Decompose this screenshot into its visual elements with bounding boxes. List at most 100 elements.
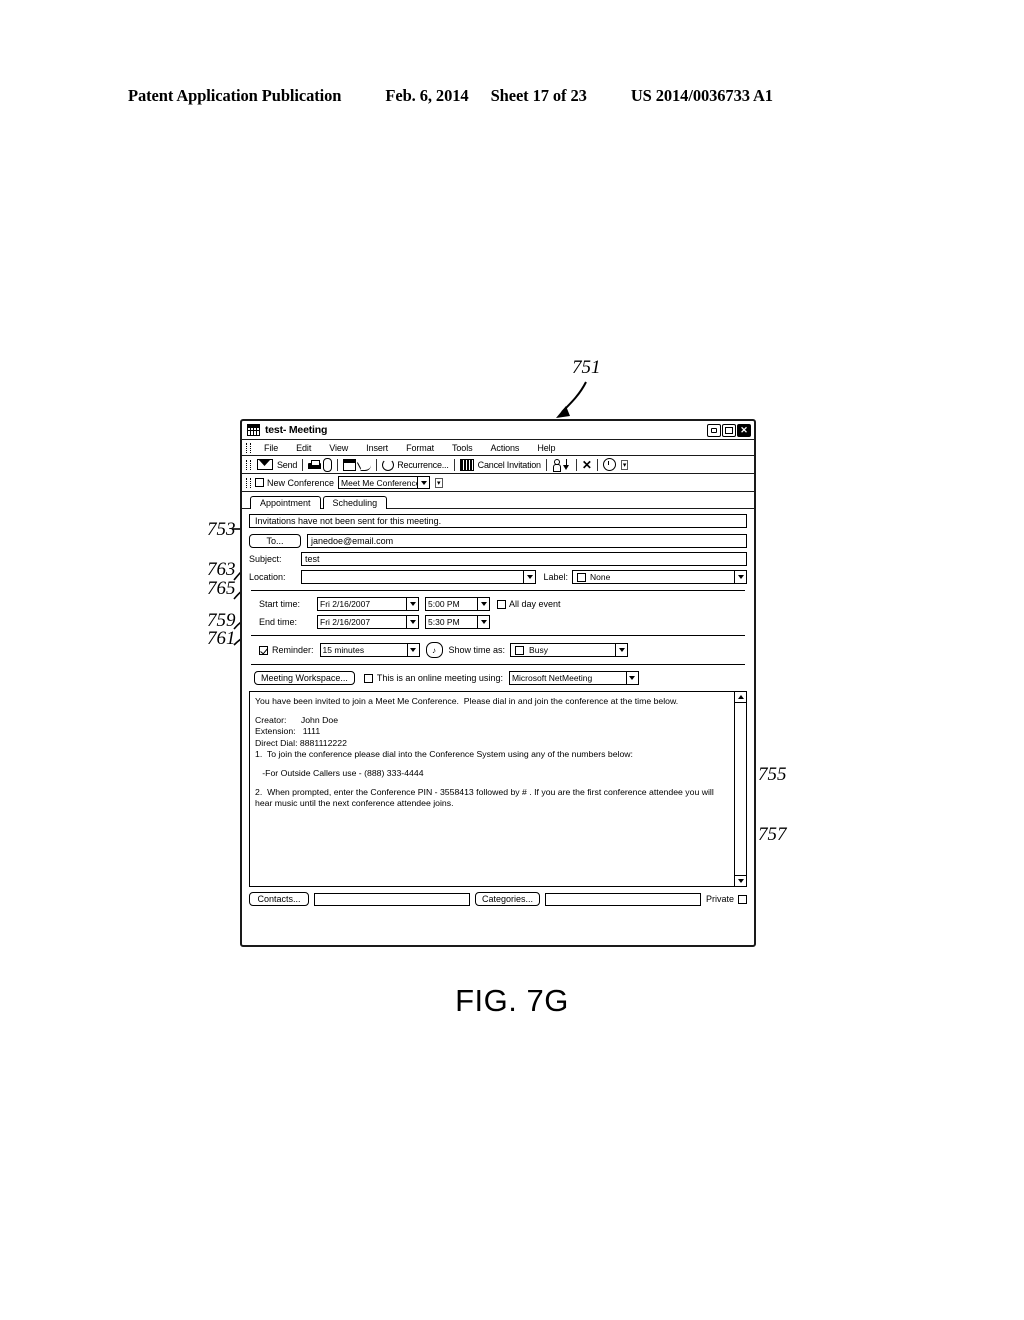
menu-item-edit[interactable]: Edit (287, 443, 320, 453)
menu-grip-handle[interactable] (246, 442, 251, 453)
reminder-label: Reminder: (272, 645, 314, 655)
to-input[interactable]: janedoe@email.com (307, 534, 747, 548)
subject-label: Subject: (249, 554, 282, 564)
online-meeting-checkbox[interactable] (363, 673, 373, 683)
toolbar-overflow-button[interactable]: ▾ (620, 459, 629, 470)
meeting-body-text[interactable]: You have been invited to join a Meet Me … (250, 692, 734, 886)
to-row: To... janedoe@email.com (249, 534, 747, 548)
all-day-event-checkbox[interactable] (497, 599, 506, 609)
end-clock-dropdown[interactable]: 5:30 PM (425, 615, 490, 629)
show-time-as-checkbox[interactable] (515, 645, 525, 655)
conference-toolbar-overflow-button[interactable]: ▾ (435, 477, 443, 488)
body-scrollbar[interactable] (734, 692, 746, 886)
contacts-button[interactable]: Contacts... (249, 892, 309, 906)
patent-number: US 2014/0036733 A1 (630, 86, 773, 105)
minimize-button[interactable] (707, 423, 721, 437)
end-time-row: End time: Fri 2/16/2007 5:30 PM (249, 615, 747, 629)
window-titlebar[interactable]: test- Meeting ✕ (242, 421, 754, 440)
location-label: Location: (249, 572, 286, 582)
delete-icon[interactable]: ✕ (582, 459, 592, 471)
start-clock-dropdown[interactable]: 5:00 PM (425, 597, 490, 611)
tab-appointment[interactable]: Appointment (250, 496, 321, 509)
print-icon[interactable] (308, 459, 322, 470)
attach-icon[interactable] (323, 457, 333, 472)
clock-icon[interactable] (602, 458, 616, 471)
conference-type-value: Meet Me Conference (341, 477, 418, 488)
show-time-as-dropdown[interactable]: Busy (510, 643, 629, 657)
tab-scheduling[interactable]: Scheduling (322, 496, 388, 509)
refnum-753: 753 (207, 519, 236, 540)
reminder-dropdown[interactable]: 15 minutes (319, 643, 420, 657)
online-meeting-label: This is an online meeting using: (376, 673, 503, 683)
meeting-workspace-button[interactable]: Meeting Workspace... (254, 671, 355, 685)
subject-row: Subject: test (249, 552, 747, 566)
meeting-window-icon (247, 424, 260, 436)
body-extension: Extension: 1111 (255, 726, 321, 737)
private-group: Private (706, 894, 748, 904)
send-icon (257, 459, 273, 470)
menu-item-help[interactable]: Help (528, 443, 564, 453)
subject-input[interactable]: test (301, 552, 747, 566)
conference-type-dropdown[interactable]: Meet Me Conference (338, 476, 431, 489)
scrollbar-track[interactable] (735, 703, 746, 875)
divider (251, 590, 745, 591)
cancel-invitation-button[interactable]: Cancel Invitation (478, 460, 541, 470)
chevron-down-icon (477, 616, 489, 628)
cancel-invitation-icon[interactable] (459, 458, 474, 471)
window-controls: ✕ (707, 423, 751, 437)
all-day-event-group: All day event (497, 599, 561, 609)
scroll-down-icon[interactable] (735, 875, 746, 886)
categories-button[interactable]: Categories... (474, 892, 541, 906)
importance-low-icon[interactable] (562, 458, 571, 471)
menu-item-format[interactable]: Format (397, 443, 443, 453)
menu-item-file[interactable]: File (255, 443, 287, 453)
chevron-down-icon (406, 644, 419, 656)
menu-item-insert[interactable]: Insert (357, 443, 397, 453)
private-checkbox[interactable] (738, 894, 748, 904)
end-time-label: End time: (259, 617, 298, 627)
categories-input[interactable] (545, 892, 701, 906)
close-button[interactable]: ✕ (737, 423, 751, 437)
toolbar-separator (596, 458, 598, 471)
end-date-dropdown[interactable]: Fri 2/16/2007 (317, 615, 419, 629)
new-conference-checkbox[interactable] (255, 478, 264, 487)
show-time-as-value: Busy (529, 645, 548, 655)
recurrence-icon[interactable] (382, 458, 395, 471)
to-button[interactable]: To... (249, 534, 301, 548)
check-names-icon[interactable] (358, 459, 372, 471)
end-date-value: Fri 2/16/2007 (320, 617, 371, 627)
online-meeting-value: Microsoft NetMeeting (511, 673, 593, 683)
start-time-label: Start time: (259, 599, 301, 609)
maximize-button[interactable] (722, 423, 736, 437)
conference-toolbar-grip-handle[interactable] (246, 477, 251, 488)
body-intro: You have been invited to join a Meet Me … (255, 696, 679, 706)
reminder-sound-icon[interactable]: ♪ (425, 642, 443, 658)
body-creator: Creator: John Doe (255, 714, 339, 725)
meeting-body-box: You have been invited to join a Meet Me … (249, 691, 747, 887)
main-toolbar: Send Recurrence... Cancel Invitation ✕ ▾ (242, 456, 754, 474)
body-spacer (255, 708, 729, 715)
online-meeting-dropdown[interactable]: Microsoft NetMeeting (508, 671, 639, 685)
body-step-1: 1. To join the conference please dial in… (255, 749, 633, 760)
menu-item-view[interactable]: View (320, 443, 357, 453)
start-date-dropdown[interactable]: Fri 2/16/2007 (317, 597, 419, 611)
contacts-input[interactable] (314, 892, 470, 906)
assign-task-icon[interactable] (343, 458, 357, 471)
divider (251, 664, 745, 665)
scroll-up-icon[interactable] (735, 692, 746, 703)
menu-item-actions[interactable]: Actions (482, 443, 529, 453)
toolbar-separator (337, 458, 339, 471)
body-spacer (255, 780, 729, 787)
toolbar-grip-handle[interactable] (246, 459, 251, 470)
location-dropdown[interactable] (301, 570, 537, 584)
menu-item-tools[interactable]: Tools (443, 443, 482, 453)
publication-label: Patent Application Publication (128, 86, 342, 105)
send-button[interactable]: Send (277, 460, 297, 470)
reminder-checkbox[interactable] (259, 645, 268, 655)
recurrence-button[interactable]: Recurrence... (397, 460, 449, 470)
invite-attendees-icon[interactable] (552, 458, 561, 472)
toolbar-separator (575, 458, 577, 471)
start-date-value: Fri 2/16/2007 (320, 599, 371, 609)
label-checkbox[interactable] (577, 572, 586, 582)
label-dropdown[interactable]: None (572, 570, 747, 584)
